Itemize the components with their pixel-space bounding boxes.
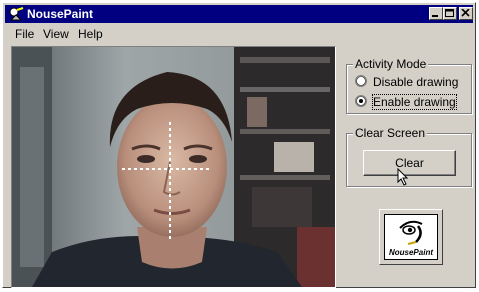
nousepaint-logo-button[interactable]: NousePaint bbox=[379, 209, 443, 265]
menu-view[interactable]: View bbox=[43, 25, 69, 43]
app-window: NousePaint File View Help Activity Mode … bbox=[2, 2, 476, 288]
menu-help[interactable]: Help bbox=[78, 25, 103, 43]
minimize-button[interactable] bbox=[429, 7, 443, 20]
radio-selected-icon bbox=[355, 95, 367, 107]
app-icon bbox=[9, 7, 24, 21]
menu-file[interactable]: File bbox=[15, 25, 34, 43]
webcam-view[interactable] bbox=[11, 46, 336, 288]
logo-panel: NousePaint bbox=[384, 214, 438, 260]
maximize-icon bbox=[445, 9, 454, 17]
minimize-icon bbox=[432, 15, 438, 17]
radio-unselected-icon bbox=[355, 75, 367, 87]
nose-brush-icon bbox=[399, 220, 423, 245]
close-icon bbox=[461, 9, 470, 17]
title-bar[interactable]: NousePaint bbox=[5, 5, 473, 23]
clear-screen-group: Clear Screen Clear bbox=[346, 126, 472, 187]
maximize-button[interactable] bbox=[443, 7, 457, 20]
enable-drawing-label: Enable drawing bbox=[372, 94, 457, 110]
logo-text: NousePaint bbox=[388, 248, 433, 257]
disable-drawing-label: Disable drawing bbox=[373, 75, 459, 89]
webcam-image bbox=[12, 47, 335, 287]
window-title: NousePaint bbox=[27, 7, 94, 21]
close-button[interactable] bbox=[459, 7, 473, 20]
activity-mode-group: Activity Mode Disable drawing Enable dra… bbox=[346, 57, 472, 114]
mouse-cursor-icon bbox=[397, 168, 409, 186]
clear-button[interactable]: Clear bbox=[363, 150, 456, 176]
clear-screen-label: Clear Screen bbox=[353, 126, 428, 140]
activity-mode-label: Activity Mode bbox=[353, 57, 429, 71]
